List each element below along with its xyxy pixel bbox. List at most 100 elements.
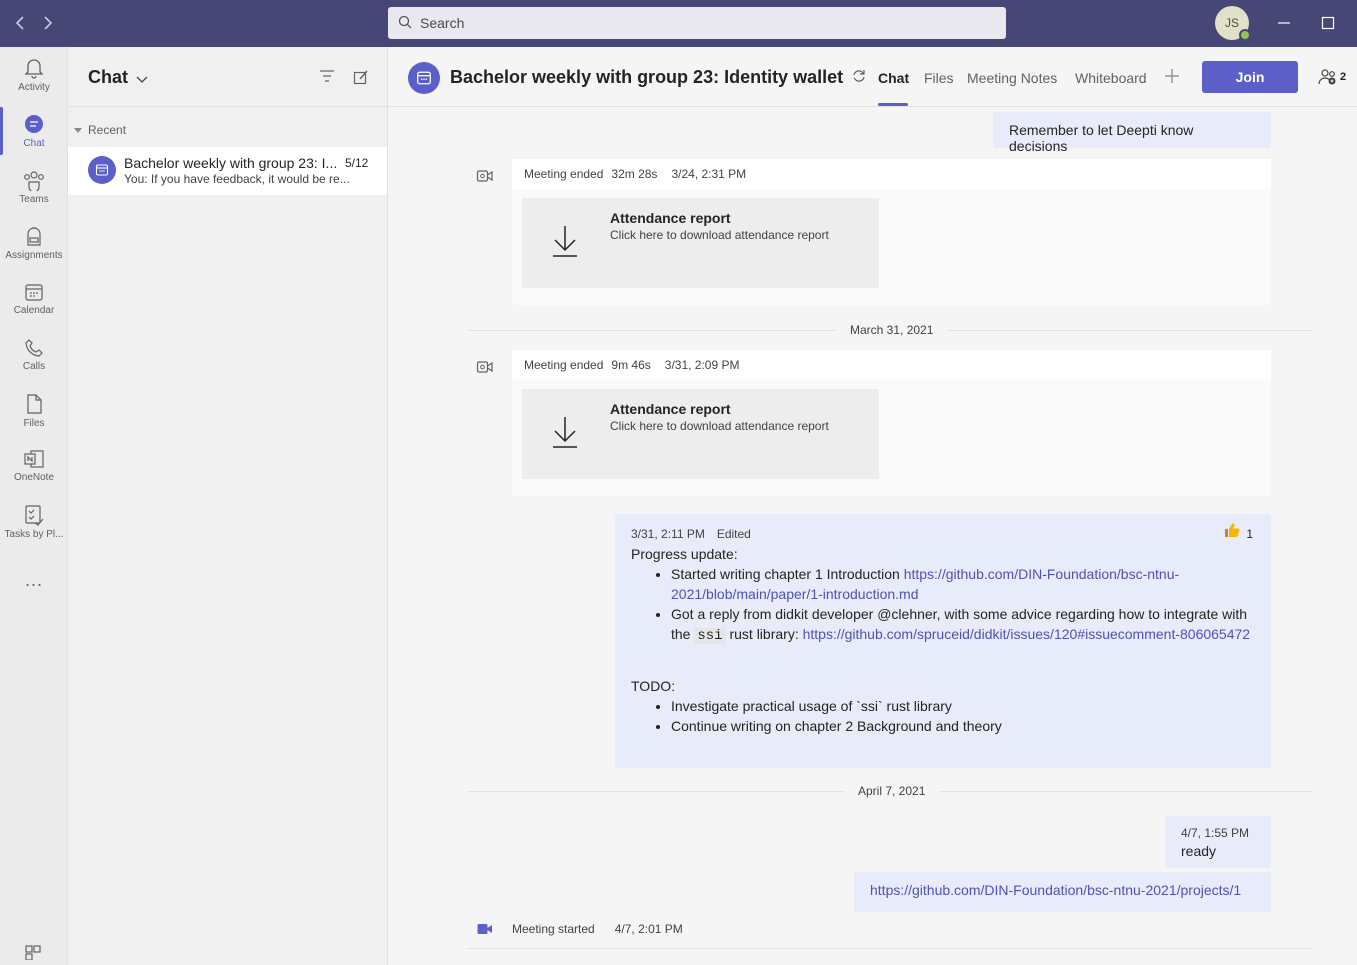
chat-item-date: 5/12 [345, 156, 369, 170]
tasks-icon [25, 505, 44, 526]
rail-teams[interactable]: Teams [0, 159, 68, 215]
add-tab-icon[interactable] [1164, 67, 1180, 90]
tab-whiteboard[interactable]: Whiteboard [1075, 70, 1147, 86]
file-icon [27, 394, 42, 414]
video-camera-filled-icon [476, 921, 494, 940]
meeting-time: 3/24, 2:31 PM [671, 167, 747, 181]
more-apps-icon[interactable]: ... [0, 552, 68, 608]
list-item: Continue writing on chapter 2 Background… [671, 716, 1255, 736]
rail-chat[interactable]: Chat [0, 103, 68, 159]
attendance-report-subtitle: Click here to download attendance report [610, 419, 829, 433]
search-icon [398, 15, 420, 32]
tab-files[interactable]: Files [924, 70, 954, 86]
meeting-time: 3/31, 2:09 PM [664, 358, 740, 372]
rail-calendar[interactable]: Calendar [0, 271, 68, 327]
chat-list-item[interactable]: Bachelor weekly with group 23: I... 5/12… [68, 147, 387, 195]
download-icon [552, 224, 578, 261]
minimize-icon[interactable] [1273, 12, 1295, 34]
message-text: ready [1181, 843, 1217, 859]
participants-count: 2 [1340, 71, 1347, 83]
thumbs-up-icon [1224, 523, 1240, 544]
rail-label: OneNote [13, 472, 55, 483]
title-bar: Search JS [0, 0, 1357, 47]
message-bubble[interactable]: https://github.com/DIN-Foundation/bsc-nt… [854, 872, 1271, 912]
list-item: Investigate practical usage of `ssi` rus… [671, 696, 1255, 716]
forward-arrow-icon[interactable] [40, 14, 56, 32]
meeting-calendar-icon [408, 62, 440, 94]
conversation-title: Bachelor weekly with group 23: Identity … [450, 67, 844, 87]
bell-icon [24, 59, 44, 79]
meeting-time: 4/7, 2:01 PM [614, 922, 683, 936]
reaction-like[interactable]: 1 [1224, 523, 1253, 544]
recent-label: Recent [88, 123, 127, 137]
chat-icon [25, 115, 43, 133]
rail-onenote[interactable]: OneNote [0, 438, 68, 494]
user-avatar[interactable]: JS [1215, 6, 1251, 41]
conversation-header: Bachelor weekly with group 23: Identity … [388, 47, 1357, 107]
rail-files[interactable]: Files [0, 383, 68, 439]
progress-list: Started writing chapter 1 Introduction h… [671, 564, 1255, 646]
rail-activity[interactable]: Activity [0, 47, 68, 103]
inline-code: ssi [694, 628, 726, 644]
divider [468, 948, 1313, 949]
tab-meeting-notes[interactable]: Meeting Notes [967, 70, 1057, 86]
meeting-started-row: Meeting started 4/7, 2:01 PM [512, 922, 683, 936]
rail-calls[interactable]: Calls [0, 327, 68, 383]
github-link[interactable]: https://github.com/DIN-Foundation/bsc-nt… [870, 882, 1241, 898]
rail-assignments[interactable]: Assignments [0, 215, 68, 271]
rail-label: Chat [23, 138, 45, 149]
message-list: Remember to let Deepti know decisions Me… [388, 108, 1357, 965]
meeting-status: Meeting ended [524, 358, 604, 372]
presence-available-icon [1239, 29, 1251, 41]
chat-list-title[interactable]: Chat [88, 67, 128, 88]
message-bubble[interactable]: 4/7, 1:55 PM ready [1165, 816, 1271, 868]
rail-label: Tasks by Pl... [4, 529, 64, 540]
list-item: Started writing chapter 1 Introduction h… [671, 564, 1255, 604]
maximize-icon[interactable] [1317, 12, 1339, 34]
download-icon [552, 415, 578, 452]
message-time: 4/7, 1:55 PM [1181, 826, 1250, 840]
chat-list-pane: Chat Recent Bachelor weekly with group 2… [68, 47, 388, 965]
filter-icon[interactable] [319, 69, 335, 86]
list-item: Got a reply from didkit developer @clehn… [671, 604, 1255, 646]
new-chat-icon[interactable] [353, 69, 369, 88]
recent-section-toggle[interactable]: Recent [74, 123, 126, 137]
rail-label: Files [23, 418, 45, 429]
meeting-card-header: Meeting ended 9m 46s 3/31, 2:09 PM [512, 350, 1271, 380]
people-icon [1318, 69, 1336, 85]
message-bubble[interactable]: Remember to let Deepti know decisions [993, 112, 1271, 154]
active-tab-indicator [878, 103, 908, 106]
video-camera-icon [476, 359, 494, 378]
date-divider-label: April 7, 2021 [844, 784, 940, 798]
search-input[interactable]: Search [388, 7, 1006, 39]
join-button[interactable]: Join [1202, 61, 1298, 93]
chat-item-title: Bachelor weekly with group 23: I... [124, 155, 338, 171]
store-icon[interactable] [0, 937, 68, 965]
rail-label: Activity [18, 82, 50, 93]
avatar-initials: JS [1224, 16, 1239, 30]
back-arrow-icon[interactable] [12, 14, 28, 32]
meeting-status: Meeting started [512, 922, 595, 936]
github-link[interactable]: https://github.com/spruceid/didkit/issue… [803, 626, 1250, 642]
list-item-text: rust library: [725, 626, 803, 642]
phone-icon [25, 339, 43, 357]
chevron-down-icon[interactable] [136, 71, 148, 87]
app-rail: Activity Chat Teams Assignments Calendar… [0, 47, 68, 965]
chat-item-preview: You: If you have feedback, it would be r… [124, 172, 350, 186]
search-placeholder: Search [420, 15, 465, 31]
rail-label: Calendar [13, 305, 55, 316]
participants-button[interactable]: 2 [1318, 68, 1346, 86]
list-item-text: Started writing chapter 1 Introduction [671, 566, 904, 582]
message-bubble[interactable]: 3/31, 2:11 PM Edited 1 Progress update: … [615, 514, 1271, 768]
video-camera-icon [476, 168, 494, 187]
caret-down-icon [74, 127, 82, 133]
meeting-duration: 9m 46s [611, 358, 651, 372]
teams-icon [24, 171, 44, 191]
attendance-report-card[interactable]: Attendance report Click here to download… [522, 389, 879, 479]
attendance-report-card[interactable]: Attendance report Click here to download… [522, 198, 879, 288]
rail-tasks[interactable]: Tasks by Pl... [0, 494, 68, 550]
tab-chat[interactable]: Chat [878, 70, 909, 86]
meeting-status: Meeting ended [524, 167, 604, 181]
edited-label: Edited [716, 527, 751, 541]
rail-label: Teams [19, 194, 49, 205]
